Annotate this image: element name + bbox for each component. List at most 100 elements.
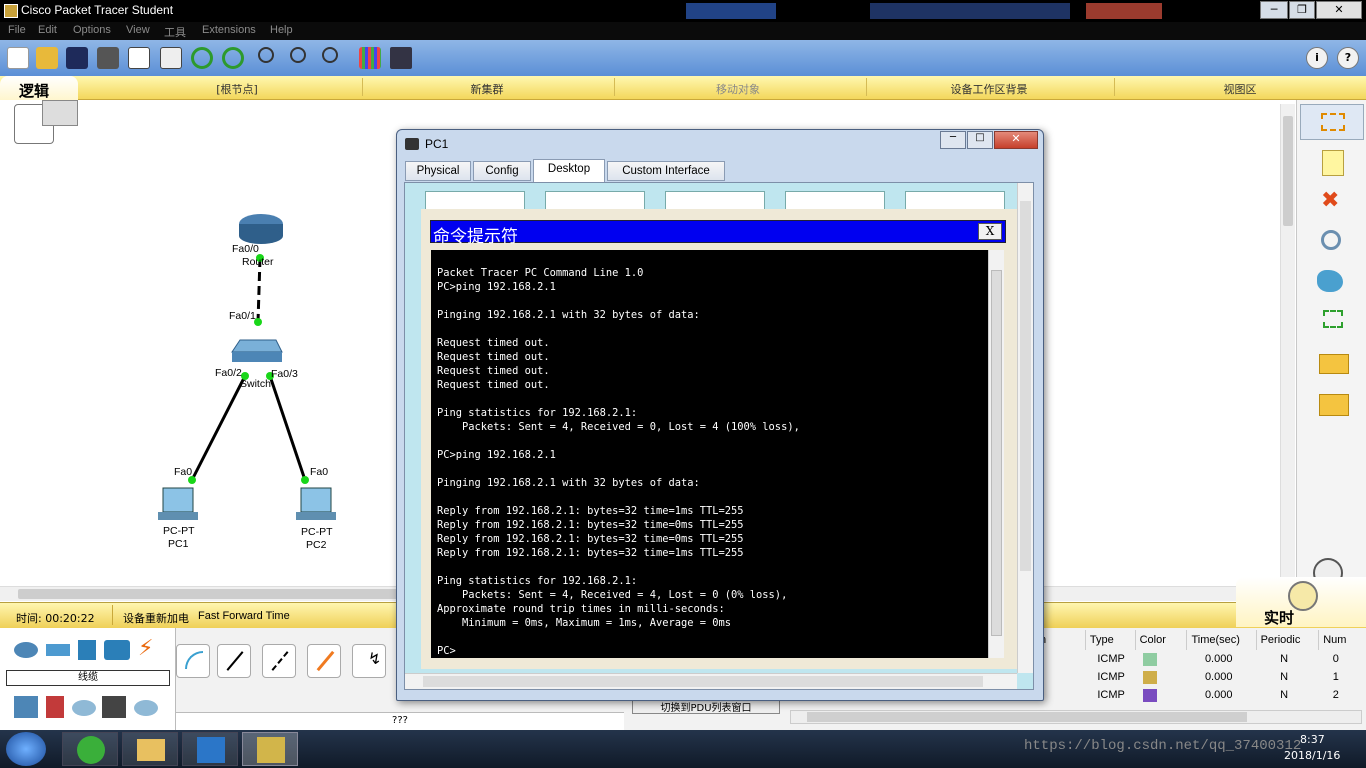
desktop-app-icon[interactable] <box>665 191 765 211</box>
menu-help[interactable]: Help <box>270 24 293 36</box>
cmd-output-line: Packet Tracer PC Command Line 1.0 <box>437 267 644 279</box>
device-type-selector: ⚡ 线缆 <box>0 628 176 730</box>
menu-tools[interactable]: 工具 <box>164 24 186 40</box>
workspace-background-button[interactable]: 设备工作区背景 <box>940 81 1038 97</box>
event-list-scrollbar[interactable] <box>790 710 1362 724</box>
restore-button[interactable]: ❐ <box>1289 1 1315 19</box>
common-tools-panel: ✖ <box>1296 100 1366 600</box>
event-periodic: N <box>1280 671 1289 683</box>
serial-cable-icon[interactable]: ↯ <box>352 644 386 678</box>
add-simple-pdu-icon[interactable] <box>1319 354 1349 374</box>
blurred-tray-area-3 <box>1086 3 1162 19</box>
pc1-icon[interactable] <box>162 487 194 513</box>
move-object-button[interactable]: 移动对象 <box>708 81 768 97</box>
end-devices-icon[interactable] <box>14 696 38 718</box>
router-category-icon[interactable] <box>14 642 38 658</box>
custom-devices-icon[interactable] <box>102 696 126 718</box>
menu-view[interactable]: View <box>126 24 150 36</box>
event-num: 2 <box>1332 689 1339 701</box>
connections-category-icon[interactable]: ⚡ <box>138 636 153 661</box>
viewport-button[interactable]: 视图区 <box>1218 81 1262 97</box>
menu-file[interactable]: File <box>8 24 26 36</box>
root-node-label[interactable]: [根节点] <box>212 81 262 97</box>
palette-icon[interactable] <box>359 47 381 69</box>
switch-pc1-link[interactable] <box>190 375 247 481</box>
switch-port-up-label: Fa0/1 <box>229 310 256 322</box>
hub-category-icon[interactable] <box>78 640 96 660</box>
pc-window-minimize-button[interactable]: ─ <box>940 131 966 149</box>
custom-device-icon[interactable] <box>390 47 412 69</box>
pc-window-close-button[interactable]: ✕ <box>994 131 1038 149</box>
security-icon[interactable] <box>46 696 64 718</box>
event-type: ICMP <box>1097 671 1125 683</box>
print-icon[interactable] <box>97 47 119 69</box>
new-file-icon[interactable] <box>7 47 29 69</box>
redo-icon[interactable] <box>222 47 244 69</box>
event-time: 0.000 <box>1204 671 1233 683</box>
taskbar-app-browser[interactable] <box>62 732 118 766</box>
menu-options[interactable]: Options <box>73 24 111 36</box>
wan-emulation-icon[interactable] <box>72 700 96 716</box>
new-cluster-button[interactable]: 新集群 <box>462 81 512 97</box>
pc-window-maximize-button[interactable]: □ <box>967 131 993 149</box>
info-icon[interactable]: i <box>1306 47 1328 69</box>
cmd-output-line: Approximate round trip times in milli-se… <box>437 603 725 615</box>
switch-category-icon[interactable] <box>46 644 70 656</box>
power-cycle-button[interactable]: 设备重新加电 <box>123 610 189 626</box>
inspect-tool-icon[interactable] <box>1321 230 1341 250</box>
desktop-horizontal-scrollbar[interactable] <box>405 673 1017 689</box>
cmd-output-line: Reply from 192.168.2.1: bytes=32 time=0m… <box>437 519 744 531</box>
desktop-vertical-scrollbar[interactable] <box>1017 183 1033 673</box>
save-icon[interactable] <box>66 47 88 69</box>
event-periodic: N <box>1280 689 1289 701</box>
tab-config[interactable]: Config <box>473 161 531 181</box>
close-button[interactable]: ✕ <box>1316 1 1362 19</box>
straight-cable-icon[interactable] <box>262 644 296 678</box>
switch-pc2-link[interactable] <box>268 375 307 481</box>
delete-tool-icon[interactable]: ✖ <box>1321 188 1339 213</box>
menu-edit[interactable]: Edit <box>38 24 57 36</box>
switch-icon[interactable] <box>231 339 283 353</box>
taskbar-app-packet-tracer[interactable] <box>242 732 298 766</box>
multiuser-icon[interactable] <box>134 700 158 716</box>
tab-physical[interactable]: Physical <box>405 161 471 181</box>
fast-forward-button[interactable]: Fast Forward Time <box>198 610 290 622</box>
tab-desktop[interactable]: Desktop <box>533 159 605 182</box>
cmd-output-line <box>437 490 982 504</box>
tab-custom-interface[interactable]: Custom Interface <box>607 161 725 181</box>
desktop-app-icon[interactable] <box>425 191 525 211</box>
copy-icon[interactable] <box>160 47 182 69</box>
table-row[interactable]: ICMP 0.000 N 2 <box>1040 686 1362 704</box>
activity-wizard-icon[interactable] <box>128 47 150 69</box>
pc2-icon[interactable] <box>300 487 332 513</box>
desktop-app-icon[interactable] <box>905 191 1005 211</box>
desktop-app-icon[interactable] <box>785 191 885 211</box>
crossover-cable-icon[interactable] <box>307 644 341 678</box>
wireless-category-icon[interactable] <box>104 640 130 660</box>
resize-shape-icon[interactable] <box>1323 310 1343 328</box>
draw-shape-icon[interactable] <box>1317 270 1343 292</box>
canvas-vertical-scrollbar[interactable] <box>1280 104 1295 588</box>
command-prompt-scrollbar[interactable] <box>988 250 1004 658</box>
open-folder-icon[interactable] <box>36 47 58 69</box>
taskbar-app-explorer[interactable] <box>122 732 178 766</box>
console-cable-icon[interactable] <box>217 644 251 678</box>
menu-extensions[interactable]: Extensions <box>202 24 256 36</box>
select-tool-icon[interactable] <box>1300 104 1364 140</box>
zoom-in-icon[interactable] <box>258 47 274 63</box>
start-button[interactable] <box>6 732 46 766</box>
help-icon[interactable]: ? <box>1337 47 1359 69</box>
add-complex-pdu-icon[interactable] <box>1319 394 1349 416</box>
zoom-out-icon[interactable] <box>322 47 338 63</box>
table-row[interactable]: ICMP 0.000 N 0 <box>1040 650 1362 668</box>
command-prompt-output[interactable]: Packet Tracer PC Command Line 1.0 PC>ping… <box>431 250 988 658</box>
table-row[interactable]: ICMP 0.000 N 1 <box>1040 668 1362 686</box>
zoom-reset-icon[interactable] <box>290 47 306 63</box>
command-prompt-close-button[interactable]: X <box>978 223 1002 240</box>
note-tool-icon[interactable] <box>1322 150 1344 176</box>
undo-icon[interactable] <box>191 47 213 69</box>
auto-cable-icon[interactable] <box>176 644 210 678</box>
taskbar-app-word[interactable] <box>182 732 238 766</box>
desktop-app-icon[interactable] <box>545 191 645 211</box>
minimize-button[interactable]: ─ <box>1260 1 1288 19</box>
